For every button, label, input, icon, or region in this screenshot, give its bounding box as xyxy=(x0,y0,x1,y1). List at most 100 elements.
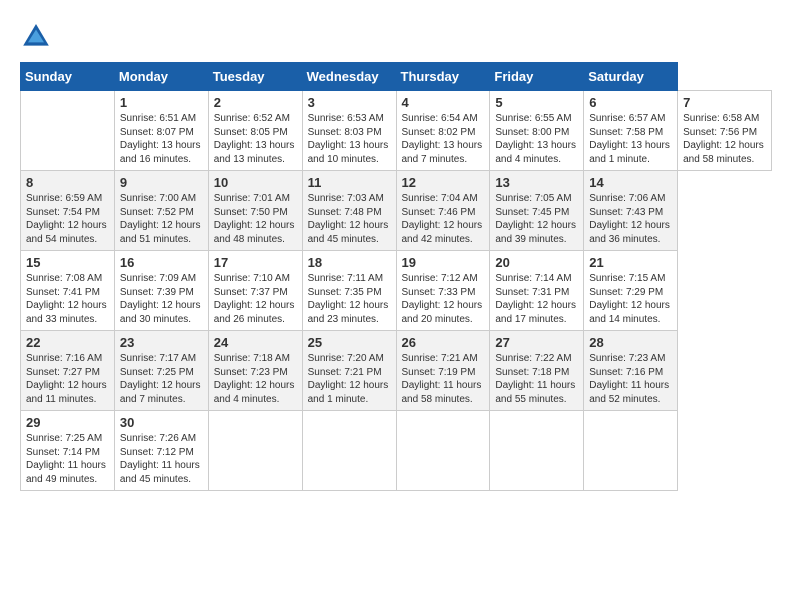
cell-content: Sunrise: 7:20 AMSunset: 7:21 PMDaylight:… xyxy=(308,352,391,406)
calendar-cell: 13 Sunrise: 7:05 AMSunset: 7:45 PMDaylig… xyxy=(490,171,584,251)
day-number: 15 xyxy=(26,255,109,270)
day-number: 4 xyxy=(402,95,485,110)
week-row-4: 22 Sunrise: 7:16 AMSunset: 7:27 PMDaylig… xyxy=(21,331,772,411)
calendar-cell: 24 Sunrise: 7:18 AMSunset: 7:23 PMDaylig… xyxy=(208,331,302,411)
calendar-cell: 6 Sunrise: 6:57 AMSunset: 7:58 PMDayligh… xyxy=(584,91,678,171)
calendar-cell: 22 Sunrise: 7:16 AMSunset: 7:27 PMDaylig… xyxy=(21,331,115,411)
day-number: 6 xyxy=(589,95,672,110)
day-header-monday: Monday xyxy=(114,63,208,91)
page-header xyxy=(20,20,772,52)
day-number: 27 xyxy=(495,335,578,350)
day-number: 21 xyxy=(589,255,672,270)
calendar-cell xyxy=(584,411,678,491)
cell-content: Sunrise: 7:22 AMSunset: 7:18 PMDaylight:… xyxy=(495,352,578,406)
day-header-tuesday: Tuesday xyxy=(208,63,302,91)
calendar-cell: 8 Sunrise: 6:59 AMSunset: 7:54 PMDayligh… xyxy=(21,171,115,251)
day-number: 14 xyxy=(589,175,672,190)
cell-content: Sunrise: 7:01 AMSunset: 7:50 PMDaylight:… xyxy=(214,192,297,246)
week-row-3: 15 Sunrise: 7:08 AMSunset: 7:41 PMDaylig… xyxy=(21,251,772,331)
cell-content: Sunrise: 7:17 AMSunset: 7:25 PMDaylight:… xyxy=(120,352,203,406)
cell-content: Sunrise: 7:23 AMSunset: 7:16 PMDaylight:… xyxy=(589,352,672,406)
day-number: 17 xyxy=(214,255,297,270)
calendar-cell: 5 Sunrise: 6:55 AMSunset: 8:00 PMDayligh… xyxy=(490,91,584,171)
cell-content: Sunrise: 7:26 AMSunset: 7:12 PMDaylight:… xyxy=(120,432,203,486)
cell-content: Sunrise: 7:12 AMSunset: 7:33 PMDaylight:… xyxy=(402,272,485,326)
cell-content: Sunrise: 7:09 AMSunset: 7:39 PMDaylight:… xyxy=(120,272,203,326)
calendar-cell: 19 Sunrise: 7:12 AMSunset: 7:33 PMDaylig… xyxy=(396,251,490,331)
calendar-cell: 26 Sunrise: 7:21 AMSunset: 7:19 PMDaylig… xyxy=(396,331,490,411)
day-number: 23 xyxy=(120,335,203,350)
day-number: 13 xyxy=(495,175,578,190)
day-number: 12 xyxy=(402,175,485,190)
day-header-wednesday: Wednesday xyxy=(302,63,396,91)
day-number: 1 xyxy=(120,95,203,110)
cell-content: Sunrise: 6:58 AMSunset: 7:56 PMDaylight:… xyxy=(683,112,766,166)
day-header-thursday: Thursday xyxy=(396,63,490,91)
cell-content: Sunrise: 7:00 AMSunset: 7:52 PMDaylight:… xyxy=(120,192,203,246)
day-number: 24 xyxy=(214,335,297,350)
day-number: 30 xyxy=(120,415,203,430)
cell-content: Sunrise: 6:52 AMSunset: 8:05 PMDaylight:… xyxy=(214,112,297,166)
calendar-cell: 11 Sunrise: 7:03 AMSunset: 7:48 PMDaylig… xyxy=(302,171,396,251)
calendar-cell: 9 Sunrise: 7:00 AMSunset: 7:52 PMDayligh… xyxy=(114,171,208,251)
calendar-cell: 20 Sunrise: 7:14 AMSunset: 7:31 PMDaylig… xyxy=(490,251,584,331)
day-header-friday: Friday xyxy=(490,63,584,91)
cell-content: Sunrise: 6:53 AMSunset: 8:03 PMDaylight:… xyxy=(308,112,391,166)
calendar-cell: 12 Sunrise: 7:04 AMSunset: 7:46 PMDaylig… xyxy=(396,171,490,251)
calendar-cell xyxy=(490,411,584,491)
calendar-cell xyxy=(396,411,490,491)
day-number: 16 xyxy=(120,255,203,270)
logo-icon xyxy=(20,20,52,52)
calendar-cell: 15 Sunrise: 7:08 AMSunset: 7:41 PMDaylig… xyxy=(21,251,115,331)
day-number: 10 xyxy=(214,175,297,190)
cell-content: Sunrise: 7:08 AMSunset: 7:41 PMDaylight:… xyxy=(26,272,109,326)
calendar-cell: 18 Sunrise: 7:11 AMSunset: 7:35 PMDaylig… xyxy=(302,251,396,331)
cell-content: Sunrise: 7:10 AMSunset: 7:37 PMDaylight:… xyxy=(214,272,297,326)
calendar-cell: 21 Sunrise: 7:15 AMSunset: 7:29 PMDaylig… xyxy=(584,251,678,331)
calendar-cell: 14 Sunrise: 7:06 AMSunset: 7:43 PMDaylig… xyxy=(584,171,678,251)
day-number: 22 xyxy=(26,335,109,350)
calendar-cell: 28 Sunrise: 7:23 AMSunset: 7:16 PMDaylig… xyxy=(584,331,678,411)
calendar-cell: 3 Sunrise: 6:53 AMSunset: 8:03 PMDayligh… xyxy=(302,91,396,171)
day-number: 5 xyxy=(495,95,578,110)
cell-content: Sunrise: 7:15 AMSunset: 7:29 PMDaylight:… xyxy=(589,272,672,326)
cell-content: Sunrise: 6:51 AMSunset: 8:07 PMDaylight:… xyxy=(120,112,203,166)
day-number: 9 xyxy=(120,175,203,190)
day-header-saturday: Saturday xyxy=(584,63,678,91)
day-header-sunday: Sunday xyxy=(21,63,115,91)
logo xyxy=(20,20,56,52)
cell-content: Sunrise: 7:03 AMSunset: 7:48 PMDaylight:… xyxy=(308,192,391,246)
cell-content: Sunrise: 7:14 AMSunset: 7:31 PMDaylight:… xyxy=(495,272,578,326)
week-row-5: 29 Sunrise: 7:25 AMSunset: 7:14 PMDaylig… xyxy=(21,411,772,491)
day-number: 25 xyxy=(308,335,391,350)
calendar-cell: 23 Sunrise: 7:17 AMSunset: 7:25 PMDaylig… xyxy=(114,331,208,411)
cell-content: Sunrise: 6:57 AMSunset: 7:58 PMDaylight:… xyxy=(589,112,672,166)
day-number: 18 xyxy=(308,255,391,270)
calendar-cell: 16 Sunrise: 7:09 AMSunset: 7:39 PMDaylig… xyxy=(114,251,208,331)
cell-content: Sunrise: 7:21 AMSunset: 7:19 PMDaylight:… xyxy=(402,352,485,406)
calendar-cell xyxy=(208,411,302,491)
calendar-cell: 30 Sunrise: 7:26 AMSunset: 7:12 PMDaylig… xyxy=(114,411,208,491)
week-row-1: 1 Sunrise: 6:51 AMSunset: 8:07 PMDayligh… xyxy=(21,91,772,171)
calendar-cell: 17 Sunrise: 7:10 AMSunset: 7:37 PMDaylig… xyxy=(208,251,302,331)
header-row: SundayMondayTuesdayWednesdayThursdayFrid… xyxy=(21,63,772,91)
cell-content: Sunrise: 7:05 AMSunset: 7:45 PMDaylight:… xyxy=(495,192,578,246)
cell-content: Sunrise: 7:11 AMSunset: 7:35 PMDaylight:… xyxy=(308,272,391,326)
day-number: 2 xyxy=(214,95,297,110)
cell-content: Sunrise: 7:16 AMSunset: 7:27 PMDaylight:… xyxy=(26,352,109,406)
day-number: 8 xyxy=(26,175,109,190)
day-number: 19 xyxy=(402,255,485,270)
calendar-cell: 1 Sunrise: 6:51 AMSunset: 8:07 PMDayligh… xyxy=(114,91,208,171)
calendar-table: SundayMondayTuesdayWednesdayThursdayFrid… xyxy=(20,62,772,491)
calendar-cell xyxy=(302,411,396,491)
calendar-cell: 7 Sunrise: 6:58 AMSunset: 7:56 PMDayligh… xyxy=(678,91,772,171)
week-row-2: 8 Sunrise: 6:59 AMSunset: 7:54 PMDayligh… xyxy=(21,171,772,251)
calendar-cell: 25 Sunrise: 7:20 AMSunset: 7:21 PMDaylig… xyxy=(302,331,396,411)
calendar-cell: 10 Sunrise: 7:01 AMSunset: 7:50 PMDaylig… xyxy=(208,171,302,251)
cell-content: Sunrise: 7:18 AMSunset: 7:23 PMDaylight:… xyxy=(214,352,297,406)
cell-content: Sunrise: 7:06 AMSunset: 7:43 PMDaylight:… xyxy=(589,192,672,246)
day-number: 11 xyxy=(308,175,391,190)
cell-content: Sunrise: 7:25 AMSunset: 7:14 PMDaylight:… xyxy=(26,432,109,486)
calendar-cell: 2 Sunrise: 6:52 AMSunset: 8:05 PMDayligh… xyxy=(208,91,302,171)
cell-content: Sunrise: 6:54 AMSunset: 8:02 PMDaylight:… xyxy=(402,112,485,166)
